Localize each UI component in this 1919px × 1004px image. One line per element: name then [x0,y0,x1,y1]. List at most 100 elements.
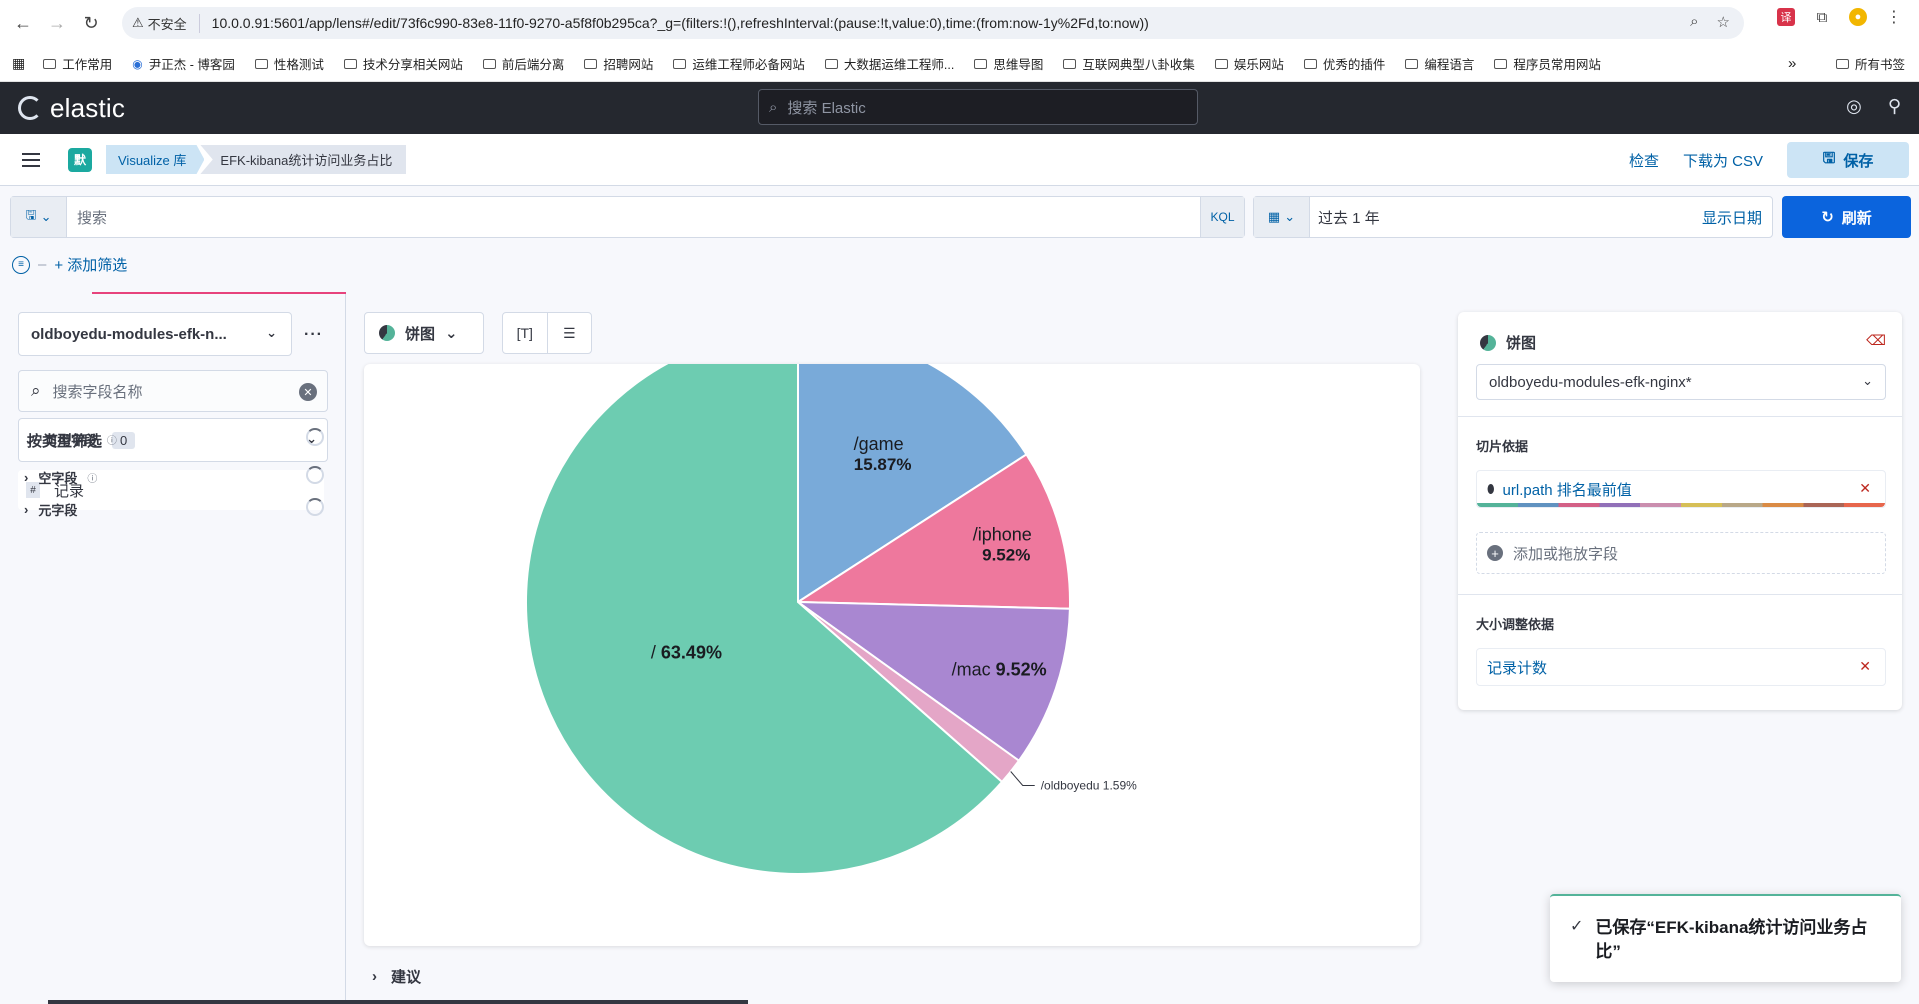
clear-layer-icon[interactable]: ⌫ [1866,332,1886,349]
bookmark-item[interactable]: 大数据运维工程师... [824,54,954,73]
breadcrumb-visualize-library[interactable]: Visualize 库 [106,145,205,174]
size-by-dimension[interactable]: 记录计数 ✕ [1476,648,1886,686]
breadcrumb-current: EFK-kibana统计访问业务占比 [200,145,407,174]
address-bar[interactable]: ⚠ 不安全 10.0.0.91:5601/app/lens#/edit/73f6… [122,7,1744,39]
chevron-right-icon: › [24,470,29,485]
chart-type-switcher[interactable]: 饼图 ⌄ [364,312,484,354]
show-dates-button[interactable]: 显示日期 [1702,207,1772,228]
field-search-input[interactable]: ⌕ 搜索字段名称 ✕ [18,370,328,412]
back-icon[interactable]: ← [6,6,40,40]
quick-select-button[interactable]: ▦ ⌄ [1254,197,1310,237]
inspect-button[interactable]: 检查 [1629,150,1659,171]
info-icon: ⓘ [106,436,117,447]
puzzle-icon[interactable]: ⧉ [1813,8,1831,26]
slice-by-dimension[interactable]: ⬮ url.path 排名最前值 ✕ [1476,470,1886,508]
bookmark-item[interactable]: 招聘网站 [584,54,653,73]
save-icon: 🖫 [25,207,37,222]
chevron-down-icon: ⌄ [266,325,277,340]
clear-icon[interactable]: ✕ [299,383,317,401]
remove-dimension-icon[interactable]: ✕ [1859,480,1871,497]
folder-icon [43,58,57,69]
security-indicator[interactable]: ⚠ 不安全 [132,13,200,33]
slice-label: /iphone [973,525,1032,545]
workspace: 饼图 ⌄ [T] ☰ /game 15.87% /iphone 9.52% /mac 9… [346,294,1438,1004]
bookmark-item[interactable]: 思维导图 [974,54,1043,73]
bookmarks-more-button[interactable]: » [1788,55,1796,72]
legend-icon[interactable]: ☰ [548,313,592,353]
remove-dimension-icon[interactable]: ✕ [1859,658,1871,675]
bookmark-item[interactable]: 程序员常用网站 [1494,54,1601,73]
bookmark-item[interactable]: 互联网典型八卦收集 [1063,54,1195,73]
bookmark-item[interactable]: ◉ 尹正杰 - 博客园 [132,54,235,73]
slice-label: / 63.49% [651,642,722,662]
loading-spinner [306,428,324,446]
reload-icon[interactable]: ↻ [74,6,108,40]
refresh-button[interactable]: ↻ 刷新 [1782,196,1911,238]
extension-icon[interactable]: 译 [1777,8,1795,26]
bookmark-item[interactable]: 编程语言 [1405,54,1474,73]
bookmark-item[interactable]: 前后端分离 [482,54,564,73]
zoom-icon[interactable]: ⌕ [1690,13,1698,31]
folder-icon [1214,58,1228,69]
apps-grid-icon[interactable]: ▦ [12,55,25,72]
pie-chart-icon [1480,334,1496,351]
chart-panel: /game 15.87% /iphone 9.52% /mac 9.52% /oldboy… [364,328,1420,946]
slice-value-label: 9.52% [982,546,1030,565]
download-csv-button[interactable]: 下载为 CSV [1683,150,1763,171]
bookmark-star-icon[interactable]: ☆ [1717,13,1730,31]
site-icon: ◉ [132,56,143,71]
bookmark-item[interactable]: 娱乐网站 [1214,54,1284,73]
refresh-icon: ↻ [1821,209,1834,226]
bookmark-item[interactable]: 优秀的插件 [1303,54,1385,73]
all-bookmarks[interactable]: 所有书签 [1836,54,1905,73]
chart-toolbar: [T] ☰ [502,312,592,354]
section-empty-fields[interactable]: › 空字段 ⓘ [24,468,97,487]
section-meta-fields[interactable]: › 元字段 [24,500,77,519]
section-available-fields[interactable]: ⌄ 可用字段 ⓘ [24,430,117,449]
plus-icon: + [1487,545,1503,561]
layer-data-view-picker[interactable]: oldboyedu-modules-efk-nginx* ⌄ [1476,364,1886,400]
save-icon: 🖫 [1822,149,1836,167]
browser-menu-icon[interactable]: ⋮ [1885,8,1903,26]
bookmark-item[interactable]: 工作常用 [43,54,112,73]
query-language-button[interactable]: KQL [1200,197,1244,237]
help-icon[interactable]: ◎ [1846,96,1862,117]
add-field-dropzone[interactable]: + 添加或拖放字段 [1476,532,1886,574]
url-text[interactable]: 10.0.0.91:5601/app/lens#/edit/73f6c990-8… [212,15,1149,31]
check-icon: ✓ [1570,918,1584,935]
loading-spinner [306,498,324,516]
add-filter-button[interactable]: + 添加筛选 [54,254,127,275]
forward-icon[interactable]: → [40,6,74,40]
chevron-down-icon: ⌄ [445,325,458,342]
browser-toolbar: ← → ↻ ⚠ 不安全 10.0.0.91:5601/app/lens#/edi… [0,0,1919,46]
query-input[interactable]: 搜索 [67,207,1200,228]
saved-query-button[interactable]: 🖫 ⌄ [11,197,67,237]
query-bar: 🖫 ⌄ 搜索 KQL [10,196,1245,238]
labels-icon[interactable]: [T] [503,313,548,353]
bookmark-item[interactable]: 技术分享相关网站 [343,54,463,73]
suggestions-toggle[interactable]: › 建议 [372,966,421,987]
filter-icon[interactable]: ≡ [12,255,30,274]
field-list-panel: oldboyedu-modules-efk-n... ⌄ ··· ⌕ 搜索字段名… [0,294,346,1004]
profile-avatar[interactable]: ● [1849,8,1867,26]
divider: – [38,256,47,273]
bookmark-item[interactable]: 运维工程师必备网站 [673,54,805,73]
loading-spinner [306,466,324,484]
elastic-logo[interactable]: elastic [18,93,125,124]
global-search[interactable]: ⌕ 搜索 Elastic [758,89,1198,125]
more-actions-icon[interactable]: ··· [304,326,323,344]
space-avatar[interactable]: 默 [68,147,92,172]
bookmark-item[interactable]: 性格测试 [254,54,324,73]
folder-icon [254,58,268,69]
chevron-down-icon: ⌄ [40,209,52,224]
calendar-icon: ▦ [1267,209,1281,224]
time-range-text[interactable]: 过去 1 年 [1310,207,1702,228]
horizontal-scrollbar[interactable] [48,1000,748,1004]
menu-icon[interactable] [22,152,40,167]
user-menu-icon[interactable]: ⚲ [1888,96,1901,117]
save-toast: ✓ 已保存“EFK-kibana统计访问业务占比” [1550,894,1901,982]
palette-icon: ⬮ [1487,481,1495,496]
data-view-picker[interactable]: oldboyedu-modules-efk-n... ⌄ [18,312,292,356]
save-button[interactable]: 🖫 保存 [1787,142,1909,178]
chevron-right-icon: › [24,502,29,517]
